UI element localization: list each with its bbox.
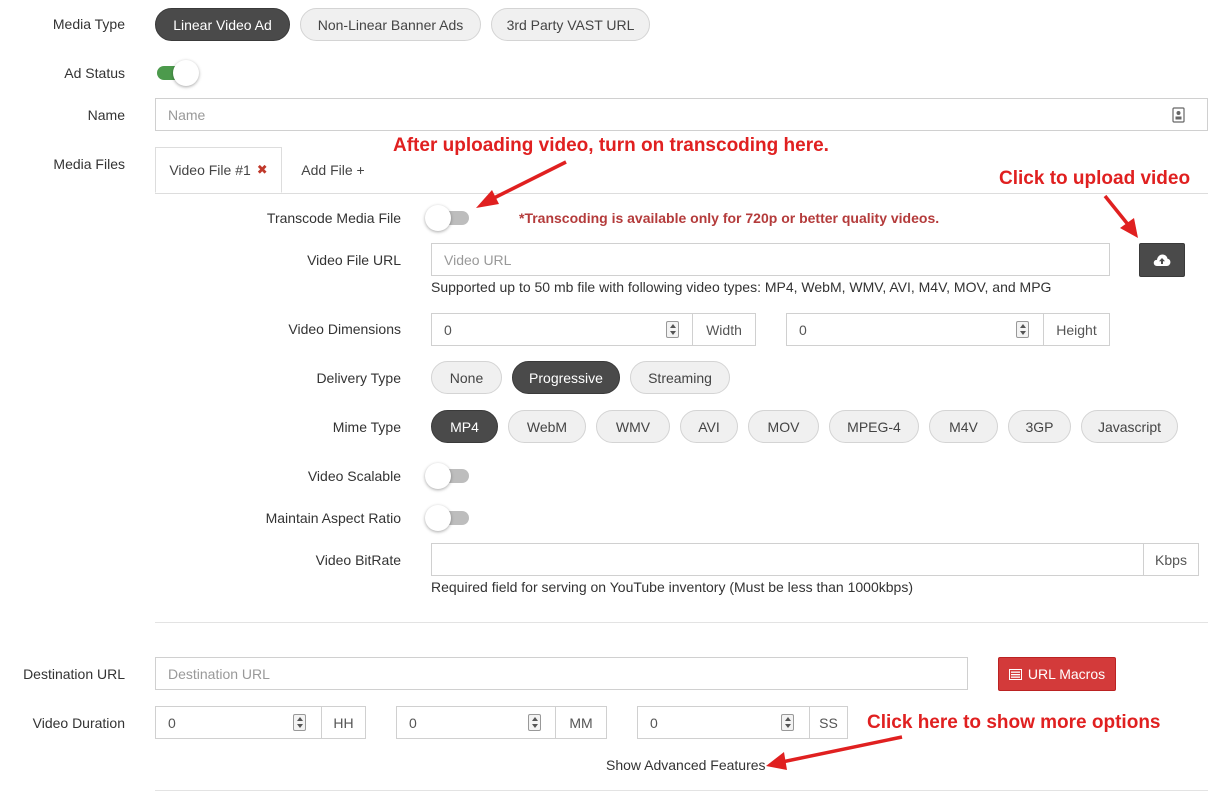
transcode-arrow-icon	[476, 160, 567, 208]
upload-arrow-icon	[1103, 194, 1138, 238]
more-options-arrow-icon	[766, 735, 903, 770]
annotation-arrows	[476, 160, 1138, 770]
